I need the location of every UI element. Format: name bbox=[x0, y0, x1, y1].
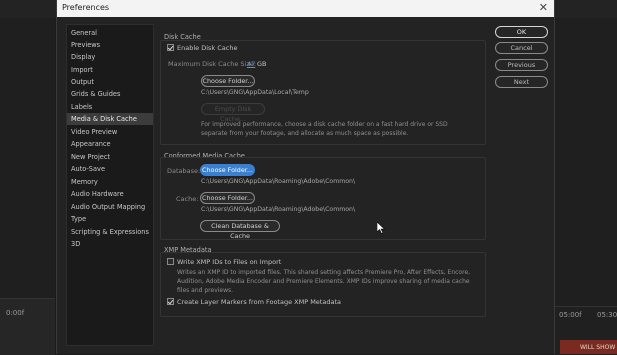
database-choose-folder-button[interactable]: Choose Folder... bbox=[200, 164, 255, 176]
sidebar-item-type[interactable]: Type bbox=[67, 213, 153, 225]
preferences-dialog: Preferences ✕ General Previews Display I… bbox=[56, 0, 555, 354]
timeline-time-left: 0:00f bbox=[6, 309, 25, 317]
disk-cache-choose-folder-button[interactable]: Choose Folder... bbox=[201, 75, 255, 87]
empty-disk-cache-button[interactable]: Empty Disk Cache... bbox=[201, 103, 265, 123]
next-button[interactable]: Next bbox=[495, 76, 548, 88]
sidebar-item-previews[interactable]: Previews bbox=[67, 39, 153, 51]
sidebar-item-grids-guides[interactable]: Grids & Guides bbox=[67, 88, 153, 100]
timeline-time-marker: 05:00f bbox=[559, 311, 582, 319]
ok-button[interactable]: OK bbox=[495, 26, 548, 38]
sidebar-item-labels[interactable]: Labels bbox=[67, 101, 153, 113]
mouse-cursor-icon bbox=[376, 219, 386, 238]
sidebar-item-new-project[interactable]: New Project bbox=[67, 151, 153, 163]
write-xmp-ids-checkbox[interactable] bbox=[167, 258, 174, 265]
background-right-panel bbox=[553, 18, 617, 354]
sidebar-item-appearance[interactable]: Appearance bbox=[67, 138, 153, 150]
max-cache-size-unit: GB bbox=[257, 60, 267, 68]
sidebar-item-audio-output-mapping[interactable]: Audio Output Mapping bbox=[67, 201, 153, 213]
enable-disk-cache-checkbox[interactable] bbox=[167, 44, 174, 51]
sidebar-item-video-preview[interactable]: Video Preview bbox=[67, 126, 153, 138]
database-folder-path: C:\Users\GNG\AppData\Roaming\Adobe\Commo… bbox=[201, 178, 356, 185]
max-cache-size-value[interactable]: 47 bbox=[247, 60, 255, 68]
timeline-clip-label: WILL SHOW bbox=[580, 344, 616, 351]
clean-database-cache-button[interactable]: Clean Database & Cache bbox=[200, 220, 280, 240]
sidebar-item-audio-hardware[interactable]: Audio Hardware bbox=[67, 188, 153, 200]
cache-choose-folder-button[interactable]: Choose Folder... bbox=[200, 192, 255, 204]
write-xmp-ids-description: Writes an XMP ID to imported files. This… bbox=[177, 269, 471, 294]
create-layer-markers-checkbox[interactable] bbox=[167, 298, 174, 305]
close-icon[interactable]: ✕ bbox=[539, 1, 548, 14]
window-title: Preferences bbox=[62, 3, 110, 12]
sidebar-item-general[interactable]: General bbox=[67, 27, 153, 39]
cancel-button[interactable]: Cancel bbox=[495, 42, 548, 54]
timeline-time-marker-2: 05:30 bbox=[597, 311, 617, 319]
write-xmp-ids-label: Write XMP IDs to Files on Import bbox=[177, 258, 282, 266]
sidebar-item-media-disk-cache[interactable]: Media & Disk Cache bbox=[67, 113, 153, 125]
sidebar-item-display[interactable]: Display bbox=[67, 51, 153, 63]
database-label: Database: bbox=[167, 167, 201, 175]
disk-cache-folder-path: C:\Users\GNG\AppData\Local\Temp bbox=[201, 89, 309, 96]
cache-label: Cache: bbox=[176, 195, 199, 203]
sidebar-item-import[interactable]: Import bbox=[67, 64, 153, 76]
sidebar-item-memory[interactable]: Memory bbox=[67, 176, 153, 188]
sidebar-item-3d[interactable]: 3D bbox=[67, 238, 153, 250]
cache-folder-path: C:\Users\GNG\AppData\Roaming\Adobe\Commo… bbox=[201, 206, 356, 213]
sidebar-item-output[interactable]: Output bbox=[67, 76, 153, 88]
title-bar[interactable]: Preferences ✕ bbox=[57, 0, 554, 17]
enable-disk-cache-label: Enable Disk Cache bbox=[177, 44, 238, 52]
disk-cache-description: For improved performance, choose a disk … bbox=[201, 121, 448, 137]
sidebar-item-auto-save[interactable]: Auto-Save bbox=[67, 163, 153, 175]
previous-button[interactable]: Previous bbox=[495, 59, 548, 71]
sidebar: General Previews Display Import Output G… bbox=[66, 24, 154, 346]
sidebar-item-scripting-expressions[interactable]: Scripting & Expressions bbox=[67, 226, 153, 238]
background-timeline-left bbox=[0, 298, 55, 355]
create-layer-markers-label: Create Layer Markers from Footage XMP Me… bbox=[177, 298, 341, 306]
max-cache-size-label: Maximum Disk Cache Size: bbox=[168, 60, 256, 68]
